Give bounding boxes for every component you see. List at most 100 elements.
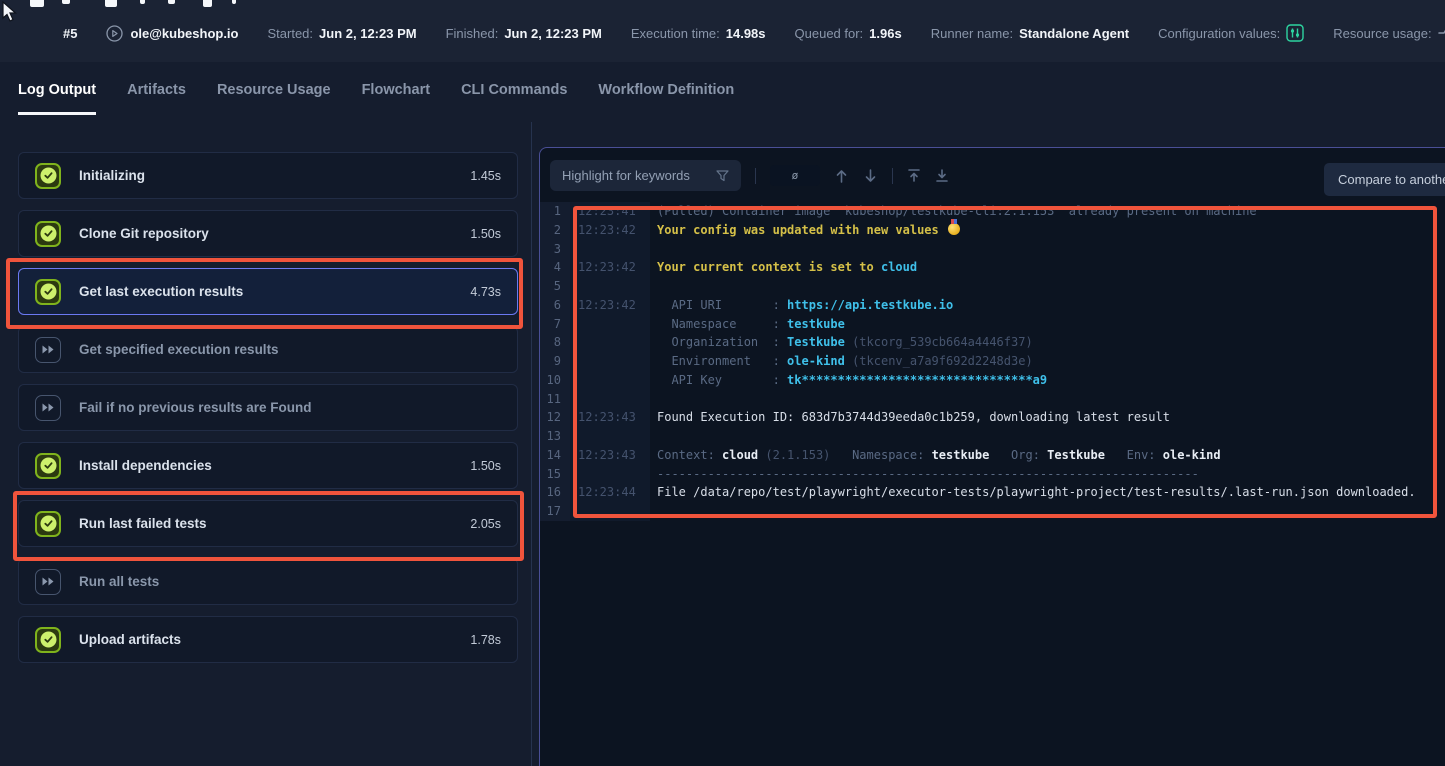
clipped-title-fragment [203, 0, 212, 7]
log-timestamp: 12:23:43 [570, 408, 650, 427]
tab-flowchart[interactable]: Flowchart [362, 82, 430, 115]
step-card[interactable]: Fail if no previous results are Found [18, 384, 518, 431]
meta-started: Started: Jun 2, 12:23 PM [268, 26, 417, 41]
clipped-title-fragment [232, 0, 236, 4]
meta-finished: Finished: Jun 2, 12:23 PM [446, 26, 602, 41]
step-skipped-icon [35, 569, 61, 595]
step-card[interactable]: Clone Git repository1.50s [18, 210, 518, 257]
funnel-icon [716, 170, 729, 182]
panel-divider [531, 122, 532, 766]
log-line: 17 [540, 502, 1445, 521]
sliders-icon[interactable] [1286, 24, 1304, 42]
log-text: Environment : ole-kind (tkcenv_a7a9f692d… [650, 352, 1445, 371]
step-label: Clone Git repository [79, 226, 470, 241]
triggered-by: ole@kubeshop.io [106, 25, 238, 42]
step-skipped-icon [35, 337, 61, 363]
log-timestamp [570, 277, 650, 296]
tab-artifacts[interactable]: Artifacts [127, 82, 186, 115]
tab-cli-commands[interactable]: CLI Commands [461, 82, 567, 115]
step-passed-check-icon [35, 511, 61, 537]
log-timestamp [570, 352, 650, 371]
line-number: 4 [540, 258, 570, 277]
match-count-badge: ø [770, 165, 820, 186]
log-toolbar: Highlight for keywords ø Compare to anot… [540, 148, 1445, 201]
log-text: API Key : tk****************************… [650, 371, 1445, 390]
log-line: 412:23:42Your current context is set to … [540, 258, 1445, 277]
step-card[interactable]: Run last failed tests2.05s [18, 500, 518, 547]
line-number: 17 [540, 502, 570, 521]
log-timestamp [570, 465, 650, 484]
step-card[interactable]: Upload artifacts1.78s [18, 616, 518, 663]
log-line: 112:23:41(Pulled) Container image "kubes… [540, 202, 1445, 221]
log-timestamp: 12:23:44 [570, 483, 650, 502]
line-number: 3 [540, 240, 570, 259]
line-number: 9 [540, 352, 570, 371]
line-number: 15 [540, 465, 570, 484]
log-line: 3 [540, 240, 1445, 259]
log-text: File /data/repo/test/playwright/executor… [650, 483, 1445, 502]
log-line: 9 Environment : ole-kind (tkcenv_a7a9f69… [540, 352, 1445, 371]
step-duration: 1.50s [470, 459, 501, 473]
step-card[interactable]: Initializing1.45s [18, 152, 518, 199]
step-skipped-icon [35, 395, 61, 421]
step-label: Fail if no previous results are Found [79, 400, 501, 415]
execution-number: #5 [63, 26, 77, 41]
log-text [650, 277, 1445, 296]
steps-list: Initializing1.45sClone Git repository1.5… [18, 152, 518, 674]
log-line: 15 --------------------------------------… [540, 465, 1445, 484]
log-text: Found Execution ID: 683d7b3744d39eeda0c1… [650, 408, 1445, 427]
log-output-panel: Highlight for keywords ø Compare to anot… [539, 147, 1445, 766]
step-passed-check-icon [35, 453, 61, 479]
log-timestamp [570, 315, 650, 334]
next-match-icon[interactable] [863, 168, 878, 184]
line-number: 5 [540, 277, 570, 296]
step-label: Get specified execution results [79, 342, 501, 357]
log-line: 10 API Key : tk*************************… [540, 371, 1445, 390]
scroll-to-top-icon[interactable] [907, 168, 921, 183]
step-passed-check-icon [35, 163, 61, 189]
log-text [650, 427, 1445, 446]
step-duration: 1.50s [470, 227, 501, 241]
pulse-icon[interactable] [1438, 25, 1445, 41]
step-duration: 2.05s [470, 517, 501, 531]
log-line: 1412:23:43Context: cloud (2.1.153) Names… [540, 446, 1445, 465]
clipped-title-fragment [105, 0, 117, 7]
highlight-keywords-label: Highlight for keywords [562, 168, 690, 183]
log-text [650, 240, 1445, 259]
line-number: 11 [540, 390, 570, 409]
log-timestamp: 12:23:42 [570, 258, 650, 277]
scroll-to-bottom-icon[interactable] [935, 168, 949, 183]
tab-bar: Log Output Artifacts Resource Usage Flow… [18, 82, 734, 115]
line-number: 7 [540, 315, 570, 334]
log-line: 8 Organization : Testkube (tkcorg_539cb6… [540, 333, 1445, 352]
log-timestamp: 12:23:41 [570, 202, 650, 221]
toolbar-separator [892, 168, 893, 184]
line-number: 6 [540, 296, 570, 315]
previous-match-icon[interactable] [834, 168, 849, 184]
step-card[interactable]: Get last execution results4.73s [18, 268, 518, 315]
clipped-title-fragment [168, 0, 175, 4]
tab-resource-usage[interactable]: Resource Usage [217, 82, 331, 115]
tab-workflow-definition[interactable]: Workflow Definition [598, 82, 734, 115]
step-card[interactable]: Get specified execution results [18, 326, 518, 373]
log-text: Your config was updated with new values [650, 221, 1445, 240]
clipped-title-fragment [30, 0, 44, 7]
highlight-keywords-dropdown[interactable]: Highlight for keywords [550, 160, 741, 191]
step-duration: 1.45s [470, 169, 501, 183]
step-label: Run all tests [79, 574, 501, 589]
execution-metadata: #5 ole@kubeshop.io Started: Jun 2, 12:23… [63, 24, 1445, 42]
compare-to-another-execution-button[interactable]: Compare to another exe [1324, 163, 1445, 196]
step-card[interactable]: Install dependencies1.50s [18, 442, 518, 489]
line-number: 14 [540, 446, 570, 465]
line-number: 12 [540, 408, 570, 427]
mouse-cursor [1, 1, 21, 28]
tab-log-output[interactable]: Log Output [18, 82, 96, 115]
step-card[interactable]: Run all tests [18, 558, 518, 605]
medal-emoji-icon [948, 223, 960, 235]
meta-execution-time: Execution time: 14.98s [631, 26, 766, 41]
log-lines: 112:23:41(Pulled) Container image "kubes… [540, 202, 1445, 521]
log-text: ----------------------------------------… [650, 465, 1445, 484]
step-label: Install dependencies [79, 458, 470, 473]
toolbar-separator [755, 168, 756, 184]
clipped-title-fragment [62, 0, 70, 4]
